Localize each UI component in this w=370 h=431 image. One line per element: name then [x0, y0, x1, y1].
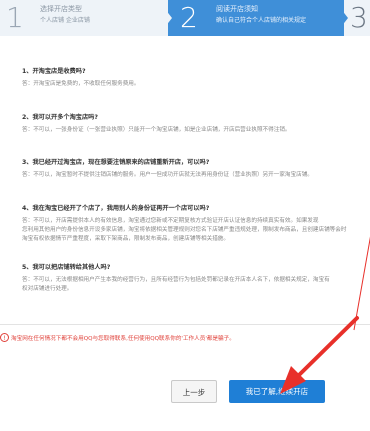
faq-item-4: 4、我在淘宝已经开了个店了，我用别人的身份证再开一个店可以吗? 答：不可以，开店… [22, 203, 362, 244]
step-2-title: 阅读开店须知 [216, 5, 258, 13]
step-1-number: 1 [6, 1, 24, 34]
faq-question: 4、我在淘宝已经开了个店了，我用别人的身份证再开一个店可以吗? [22, 205, 210, 212]
faq-item-3: 3、我已经开过淘宝店，现在想要注销原来的店铺重新开店，可以吗? 答：不可以，淘宝… [22, 157, 362, 180]
step-1-subtitle: 个人店铺 企业店铺 [40, 17, 90, 24]
faq-answer: 答：不可以，淘宝暂时不提供注销店铺的服务。用户一但成功开店就无法再用身份证（营业… [22, 172, 313, 178]
faq-answer: 答：不可以，一张身份证（一张营业执照）只能开一个淘宝店铺，如是企业店铺，开店后营… [22, 127, 291, 133]
faq-question: 3、我已经开过淘宝店，现在想要注销原来的店铺重新开店，可以吗? [22, 159, 210, 166]
alert-icon: ! [0, 333, 9, 342]
faq-item-5: 5、我可以把店铺转给其他人吗? 答：不可以，无法根据相用户产生本我的经营行为，且… [22, 262, 362, 294]
faq-answer: 答：开淘宝店是免费的，不收取任何服务费用。 [22, 81, 140, 87]
faq-answer: 答：不可以，开店需提供本人的有效信息，淘宝通过您新或不定期复核方式验证开店认证信… [22, 218, 319, 224]
continue-open-shop-button[interactable]: 我已了解,继续开店 [229, 380, 325, 403]
faq-question: 2、我可以开多个淘宝店吗? [22, 114, 98, 121]
faq-item-2: 2、我可以开多个淘宝店吗? 答：不可以，一张身份证（一张营业执照）只能开一个淘宝… [22, 112, 362, 135]
faq-question: 5、我可以把店铺转给其他人吗? [22, 264, 111, 271]
faq-answer: 权对店铺进行处理。 [22, 286, 73, 292]
step-1-select-type: 1 选择开店类型 个人店铺 企业店铺 [0, 0, 168, 36]
faq-item-1: 1、开淘宝店是收费吗? 答：开淘宝店是免费的，不收取任何服务费用。 [22, 66, 362, 89]
step-2-number: 2 [180, 1, 198, 34]
faq-answer: 淘宝有权依据情节严重程度，采取下架商品，限制发布商品，创建店铺等相关措施。 [22, 236, 229, 242]
qq-warning-notice: ! 淘宝网在任何情况下都不会用QQ与您取得联系,任何使用QQ联系你的'工作人员'… [0, 333, 370, 343]
previous-step-button[interactable]: 上一步 [171, 380, 217, 403]
section-divider [0, 324, 370, 325]
step-1-title: 选择开店类型 [40, 5, 82, 13]
faq-answer: 答：不可以，无法根据相用户产生本我的经营行为，且所有经营行为包括处罚都记录在开店… [22, 277, 330, 283]
step-2-subtitle: 确认自己符合个人店铺的相关规定 [216, 17, 307, 24]
faq-question: 1、开淘宝店是收费吗? [22, 68, 86, 75]
step-separator-arrow [334, 0, 348, 36]
step-progress-bar: 1 选择开店类型 个人店铺 企业店铺 2 阅读开店须知 确认自己符合个人店铺的相… [0, 0, 370, 36]
warning-text: 淘宝网在任何情况下都不会用QQ与您取得联系,任何使用QQ联系你的'工作人员'都是… [11, 336, 235, 342]
step-2-read-notice: 2 阅读开店须知 确认自己符合个人店铺的相关规定 [168, 0, 344, 36]
faq-answer: 您利用其他用户的身份信息开设多家店铺，淘宝将依据相关管理规则对您名下店铺严重违规… [22, 227, 347, 233]
step-separator-arrow [158, 0, 172, 36]
step-3-number: 3 [350, 1, 368, 34]
